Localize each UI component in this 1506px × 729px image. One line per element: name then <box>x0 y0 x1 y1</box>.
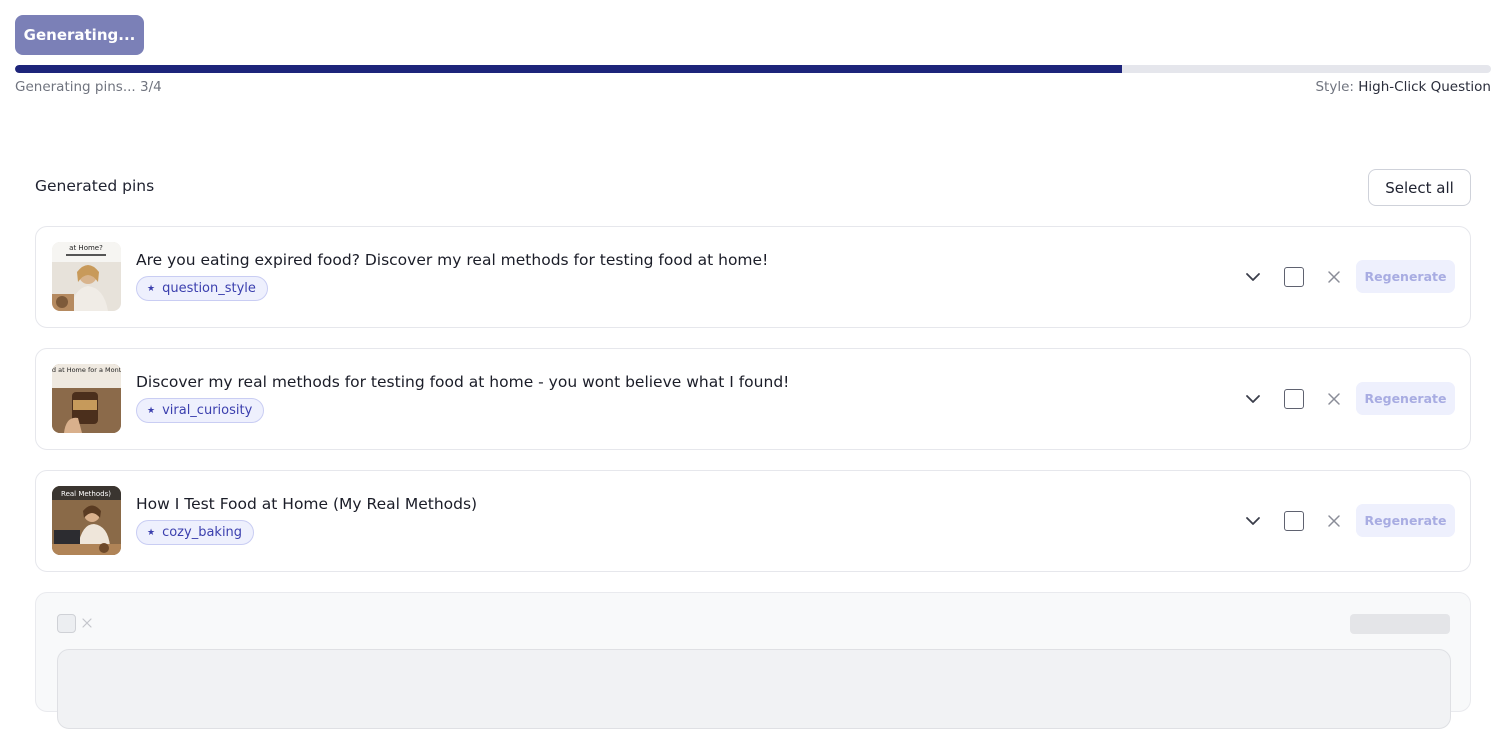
skeleton-button-placeholder <box>1350 614 1450 634</box>
pin-style-tag: ★ cozy_baking <box>136 520 255 545</box>
close-icon[interactable] <box>1326 391 1342 407</box>
pin-title: Discover my real methods for testing foo… <box>136 373 790 391</box>
pin-thumbnail: at Home? <box>52 242 121 311</box>
thumb-caption: Food at Home for a Month... <box>52 366 121 374</box>
pin-select-checkbox[interactable] <box>1284 511 1304 531</box>
pin-style-tag: ★ question_style <box>136 276 268 301</box>
generating-button[interactable]: Generating... <box>15 15 144 55</box>
pin-card: Food at Home for a Month... Discover my … <box>35 348 1471 450</box>
skeleton-checkbox <box>57 614 76 633</box>
tag-label: cozy_baking <box>162 525 243 540</box>
regenerate-button[interactable]: Regenerate <box>1356 382 1455 415</box>
progress-status: Generating pins... 3/4 <box>15 79 162 95</box>
thumb-caption: at Home? <box>69 244 103 252</box>
star-icon: ★ <box>147 527 156 538</box>
close-icon[interactable] <box>1326 513 1342 529</box>
close-icon[interactable] <box>1326 269 1342 285</box>
tag-label: question_style <box>162 281 256 296</box>
progress-bar <box>15 65 1491 73</box>
pin-card: Real Methods) How I Test Food at Home (M… <box>35 470 1471 572</box>
pin-title: Are you eating expired food? Discover my… <box>136 251 769 269</box>
style-indicator: Style: High-Click Question <box>1315 79 1491 95</box>
progress-bar-fill <box>15 65 1122 73</box>
pin-card: at Home? Are you eating expired food? Di… <box>35 226 1471 328</box>
regenerate-button[interactable]: Regenerate <box>1356 504 1455 537</box>
pin-title: How I Test Food at Home (My Real Methods… <box>136 495 478 513</box>
pin-style-tag: ★ viral_curiosity <box>136 398 265 423</box>
star-icon: ★ <box>147 405 156 416</box>
chevron-down-icon[interactable] <box>1243 267 1263 287</box>
close-icon <box>82 618 92 628</box>
pin-select-checkbox[interactable] <box>1284 389 1304 409</box>
skeleton-content-placeholder <box>57 649 1451 729</box>
pin-card-loading-skeleton <box>35 592 1471 729</box>
style-label: Style: <box>1315 79 1354 95</box>
thumb-caption: Real Methods) <box>61 490 111 498</box>
section-title: Generated pins <box>35 177 155 195</box>
style-value: High-Click Question <box>1358 79 1491 95</box>
pin-thumbnail: Food at Home for a Month... <box>52 364 121 433</box>
select-all-button[interactable]: Select all <box>1368 169 1471 206</box>
regenerate-button[interactable]: Regenerate <box>1356 260 1455 293</box>
chevron-down-icon[interactable] <box>1243 511 1263 531</box>
pin-select-checkbox[interactable] <box>1284 267 1304 287</box>
pin-thumbnail: Real Methods) <box>52 486 121 555</box>
tag-label: viral_curiosity <box>162 403 253 418</box>
star-icon: ★ <box>147 283 156 294</box>
chevron-down-icon[interactable] <box>1243 389 1263 409</box>
